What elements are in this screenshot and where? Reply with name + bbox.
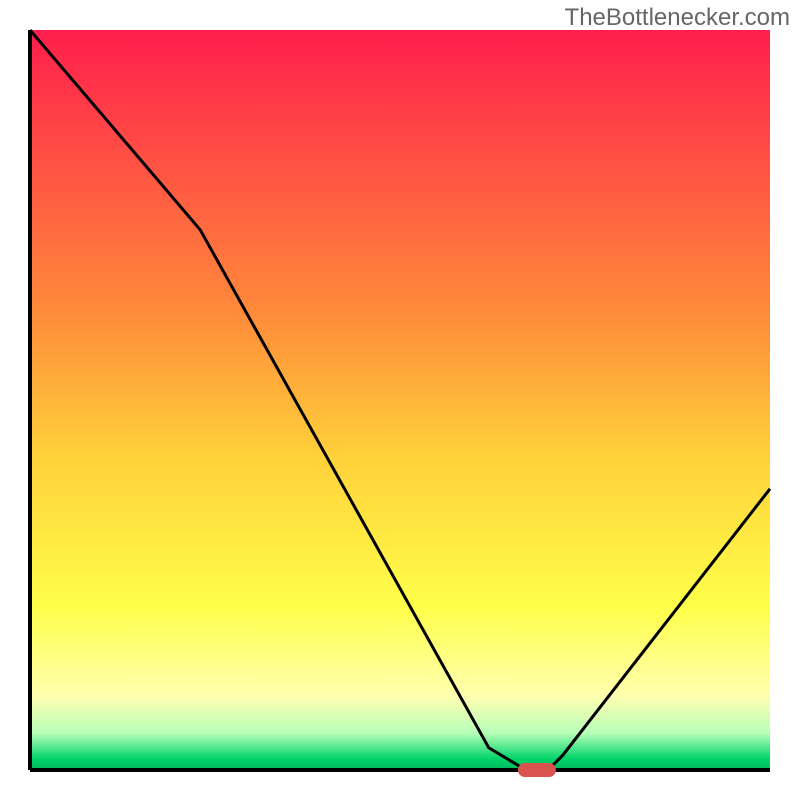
optimal-marker bbox=[518, 763, 556, 777]
watermark-text: TheBottlenecker.com bbox=[565, 4, 790, 32]
chart-container: TheBottlenecker.com bbox=[0, 0, 800, 800]
gradient-background bbox=[30, 30, 770, 770]
bottleneck-chart bbox=[0, 0, 800, 800]
